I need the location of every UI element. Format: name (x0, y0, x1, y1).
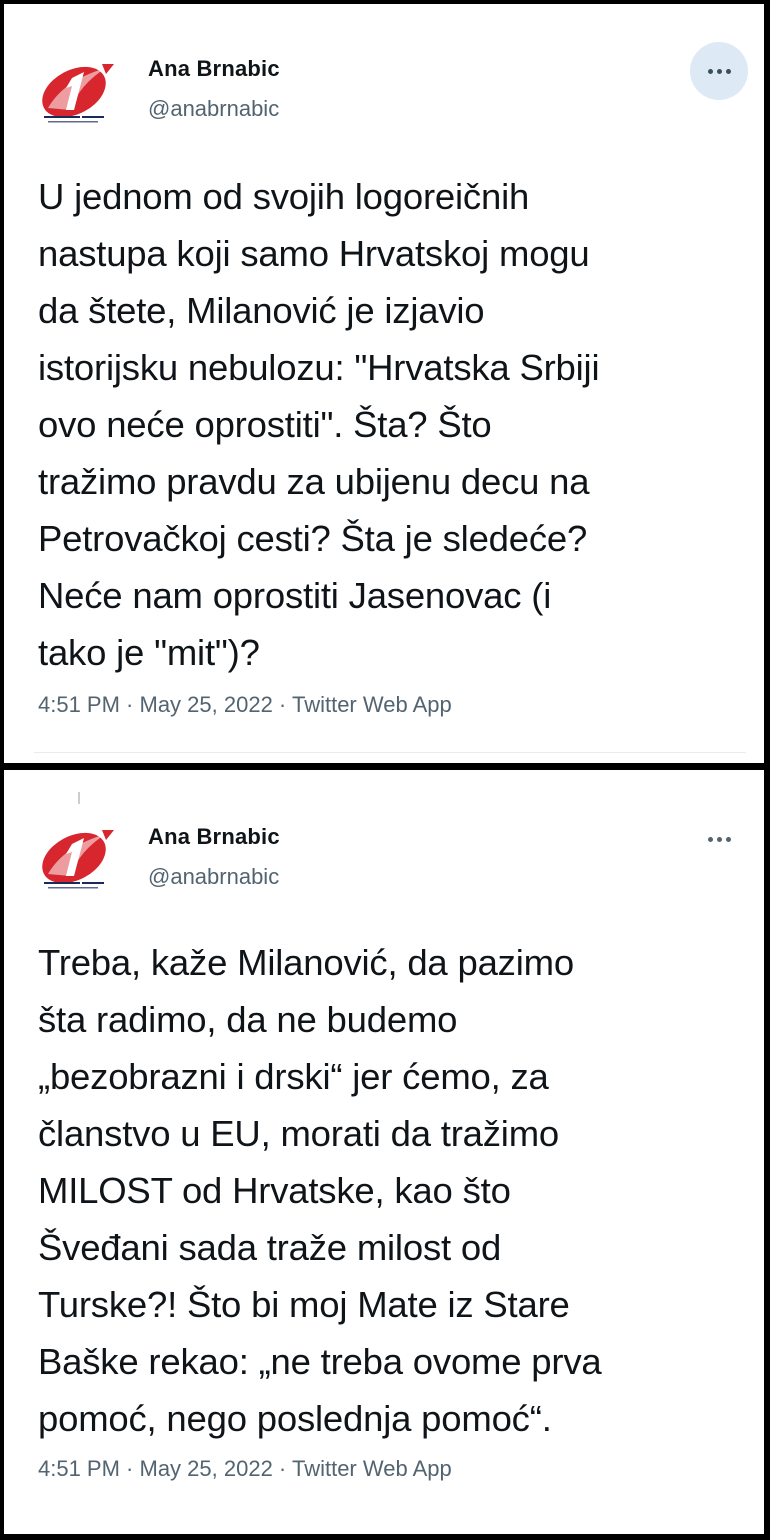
more-options-button[interactable] (690, 42, 748, 100)
author-name[interactable]: Ana Brnabic (148, 56, 280, 82)
more-dots-icon (707, 836, 731, 842)
author-handle[interactable]: @anabrnabic (148, 96, 279, 122)
tweet-source[interactable]: Twitter Web App (292, 1456, 452, 1481)
tweet-card[interactable]: Ana Brnabic @anabrnabic U jednom od svoj… (4, 4, 764, 763)
author-name[interactable]: Ana Brnabic (148, 824, 280, 850)
meta-separator: · (272, 1456, 292, 1481)
meta-separator: · (272, 692, 292, 717)
tweet-date[interactable]: May 25, 2022 (140, 692, 273, 717)
tweet-time[interactable]: 4:51 PM (38, 692, 120, 717)
divider (34, 752, 746, 753)
author-handle[interactable]: @anabrnabic (148, 864, 279, 890)
tweet-source[interactable]: Twitter Web App (292, 692, 452, 717)
tweet-card[interactable]: Ana Brnabic @anabrnabic Treba, kaže Mila… (4, 770, 764, 1534)
party-logo-icon[interactable] (34, 816, 118, 900)
tweet-meta: 4:51 PM · May 25, 2022 · Twitter Web App (38, 1456, 452, 1482)
screenshot-frame: Ana Brnabic @anabrnabic U jednom od svoj… (0, 0, 770, 1540)
tweet-text: Treba, kaže Milanović, da pazimo šta rad… (38, 942, 602, 1439)
divider (78, 792, 80, 804)
tweet-date[interactable]: May 25, 2022 (140, 1456, 273, 1481)
more-dots-icon (707, 68, 731, 74)
meta-separator: · (119, 1456, 140, 1481)
party-logo-icon[interactable] (34, 50, 118, 134)
tweet-meta: 4:51 PM · May 25, 2022 · Twitter Web App (38, 692, 452, 718)
tweet-text: U jednom od svojih logoreičnih nastupa k… (38, 176, 600, 673)
tweet-time[interactable]: 4:51 PM (38, 1456, 120, 1481)
more-options-button[interactable] (690, 810, 748, 868)
meta-separator: · (119, 692, 140, 717)
